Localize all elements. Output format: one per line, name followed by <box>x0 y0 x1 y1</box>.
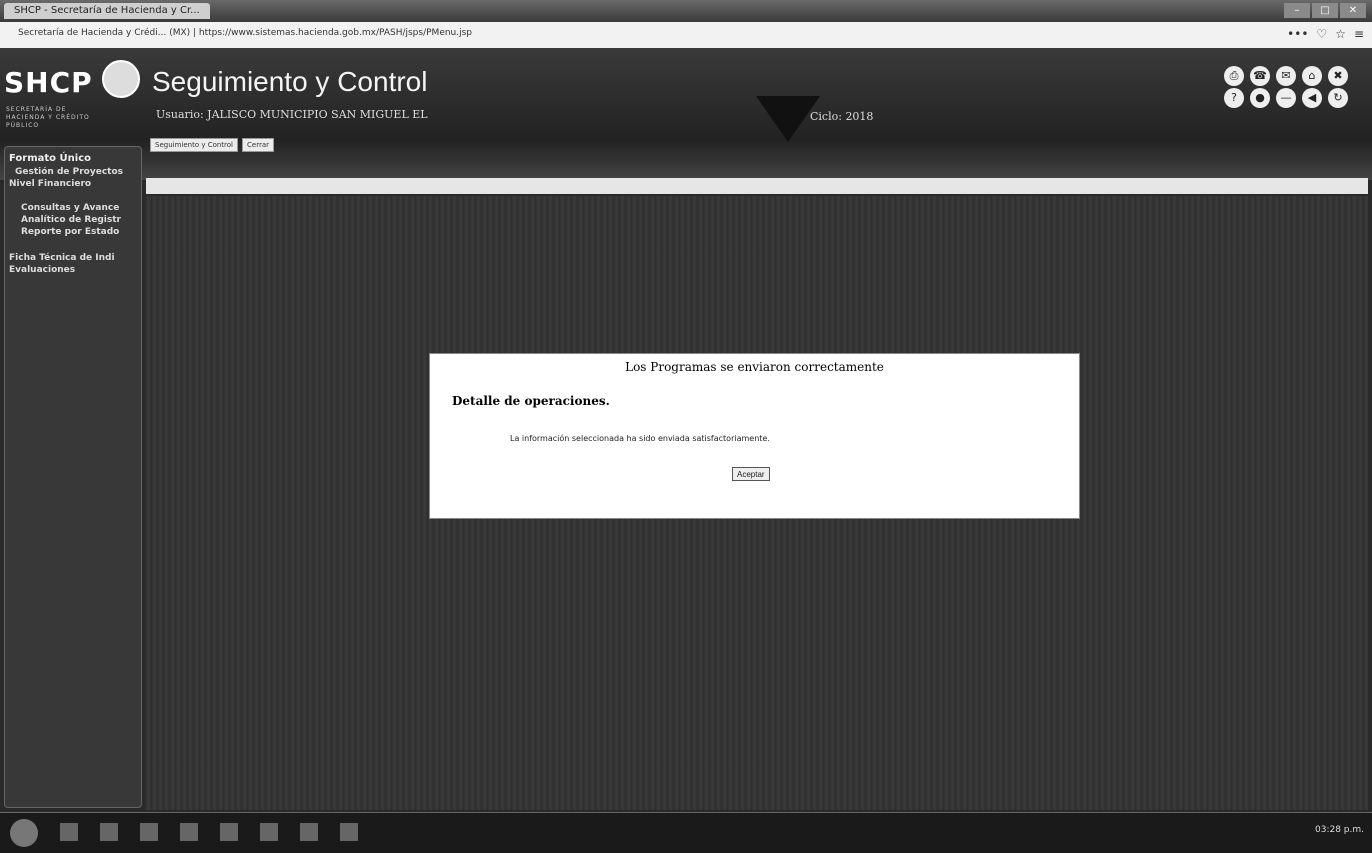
top-nav: Seguimiento y Control Cerrar <box>150 138 275 152</box>
header-action-icons: ⎙ ☎ ✉ ⌂ ✖ ? ● — ◀ ↻ <box>1224 66 1364 108</box>
sidebar-item-ficha-tecnica[interactable]: Ficha Técnica de Indi <box>9 253 115 263</box>
print-icon[interactable]: ⎙ <box>1224 66 1244 86</box>
pocket-icon[interactable]: ♡ <box>1316 27 1327 41</box>
sidebar-item-reporte-estado[interactable]: Reporte por Estado <box>21 227 119 237</box>
os-taskbar: 03:28 p.m. <box>0 812 1372 853</box>
shcp-logo: SHCP <box>4 66 93 99</box>
browser-tab[interactable]: SHCP - Secretaría de Hacienda y Cr... <box>4 3 210 19</box>
taskbar-app-icon[interactable] <box>260 823 278 841</box>
more-icon[interactable]: ••• <box>1287 27 1308 41</box>
sidebar-item-consultas-avance[interactable]: Consultas y Avance <box>21 203 119 213</box>
phone-icon[interactable]: ☎ <box>1250 66 1270 86</box>
close-icon[interactable]: ✖ <box>1328 66 1348 86</box>
cycle-label: Ciclo: 2018 <box>810 110 874 123</box>
browser-toolbar: ••• ♡ ☆ ≡ <box>1287 27 1364 41</box>
dialog-heading: Detalle de operaciones. <box>452 394 610 408</box>
help-icon[interactable]: ? <box>1224 88 1244 108</box>
confirmation-dialog: Los Programas se enviaron correctamente … <box>429 353 1080 519</box>
refresh-icon[interactable]: ↻ <box>1328 88 1348 108</box>
app-header: SHCP SECRETARÍA DE HACIENDA Y CRÉDITO PÚ… <box>0 48 1372 180</box>
user-label: Usuario: JALISCO MUNICIPIO SAN MIGUEL EL <box>156 108 428 121</box>
minimize-button[interactable]: – <box>1284 3 1310 18</box>
accept-button[interactable]: Aceptar <box>732 467 770 481</box>
sidebar-item-gestion-proyectos[interactable]: Gestión de Proyectos <box>15 167 123 177</box>
national-seal-icon <box>102 60 140 98</box>
window-controls: – □ ✕ <box>1284 3 1366 18</box>
sidebar-item-formato-unico[interactable]: Formato Único <box>9 153 91 164</box>
menu-icon[interactable]: ≡ <box>1354 27 1364 41</box>
browser-titlebar: SHCP - Secretaría de Hacienda y Cr... – … <box>0 0 1372 22</box>
taskbar-app-icon[interactable] <box>340 823 358 841</box>
bookmark-star-icon[interactable]: ☆ <box>1335 27 1346 41</box>
taskbar-app-icon[interactable] <box>140 823 158 841</box>
sidebar-item-evaluaciones[interactable]: Evaluaciones <box>9 265 75 275</box>
mail-icon[interactable]: ✉ <box>1276 66 1296 86</box>
close-window-button[interactable]: ✕ <box>1340 3 1366 18</box>
nav-cerrar[interactable]: Cerrar <box>242 138 275 152</box>
record-icon[interactable]: ● <box>1250 88 1270 108</box>
sidebar-item-analitico-registro[interactable]: Analítico de Registr <box>21 215 121 225</box>
sidebar-item-nivel-financiero[interactable]: Nivel Financiero <box>9 179 91 189</box>
taskbar-app-icon[interactable] <box>180 823 198 841</box>
maximize-button[interactable]: □ <box>1312 3 1338 18</box>
taskbar-app-icon[interactable] <box>100 823 118 841</box>
home-icon[interactable]: ⌂ <box>1302 66 1322 86</box>
logo-subtitle: SECRETARÍA DE HACIENDA Y CRÉDITO PÚBLICO <box>6 106 90 129</box>
taskbar-app-icon[interactable] <box>60 823 78 841</box>
nav-seguimiento-control[interactable]: Seguimiento y Control <box>150 138 239 152</box>
back-icon[interactable]: ◀ <box>1302 88 1322 108</box>
taskbar-app-icon[interactable] <box>300 823 318 841</box>
start-button[interactable] <box>10 819 38 847</box>
dialog-message: La información seleccionada ha sido envi… <box>510 434 770 443</box>
address-bar[interactable]: Secretaría de Hacienda y Crédi... (MX) |… <box>0 22 1372 49</box>
content-header-bar <box>146 178 1368 194</box>
taskbar-app-icon[interactable] <box>220 823 238 841</box>
taskbar-apps <box>60 823 358 841</box>
dialog-title: Los Programas se enviaron correctamente <box>625 360 884 374</box>
sidebar-menu: Formato Único Gestión de Proyectos Nivel… <box>4 146 142 808</box>
app-title: Seguimiento y Control <box>152 66 428 97</box>
url-text[interactable]: Secretaría de Hacienda y Crédi... (MX) |… <box>18 28 472 38</box>
minus-icon[interactable]: — <box>1276 88 1296 108</box>
taskbar-clock: 03:28 p.m. <box>1315 825 1364 835</box>
